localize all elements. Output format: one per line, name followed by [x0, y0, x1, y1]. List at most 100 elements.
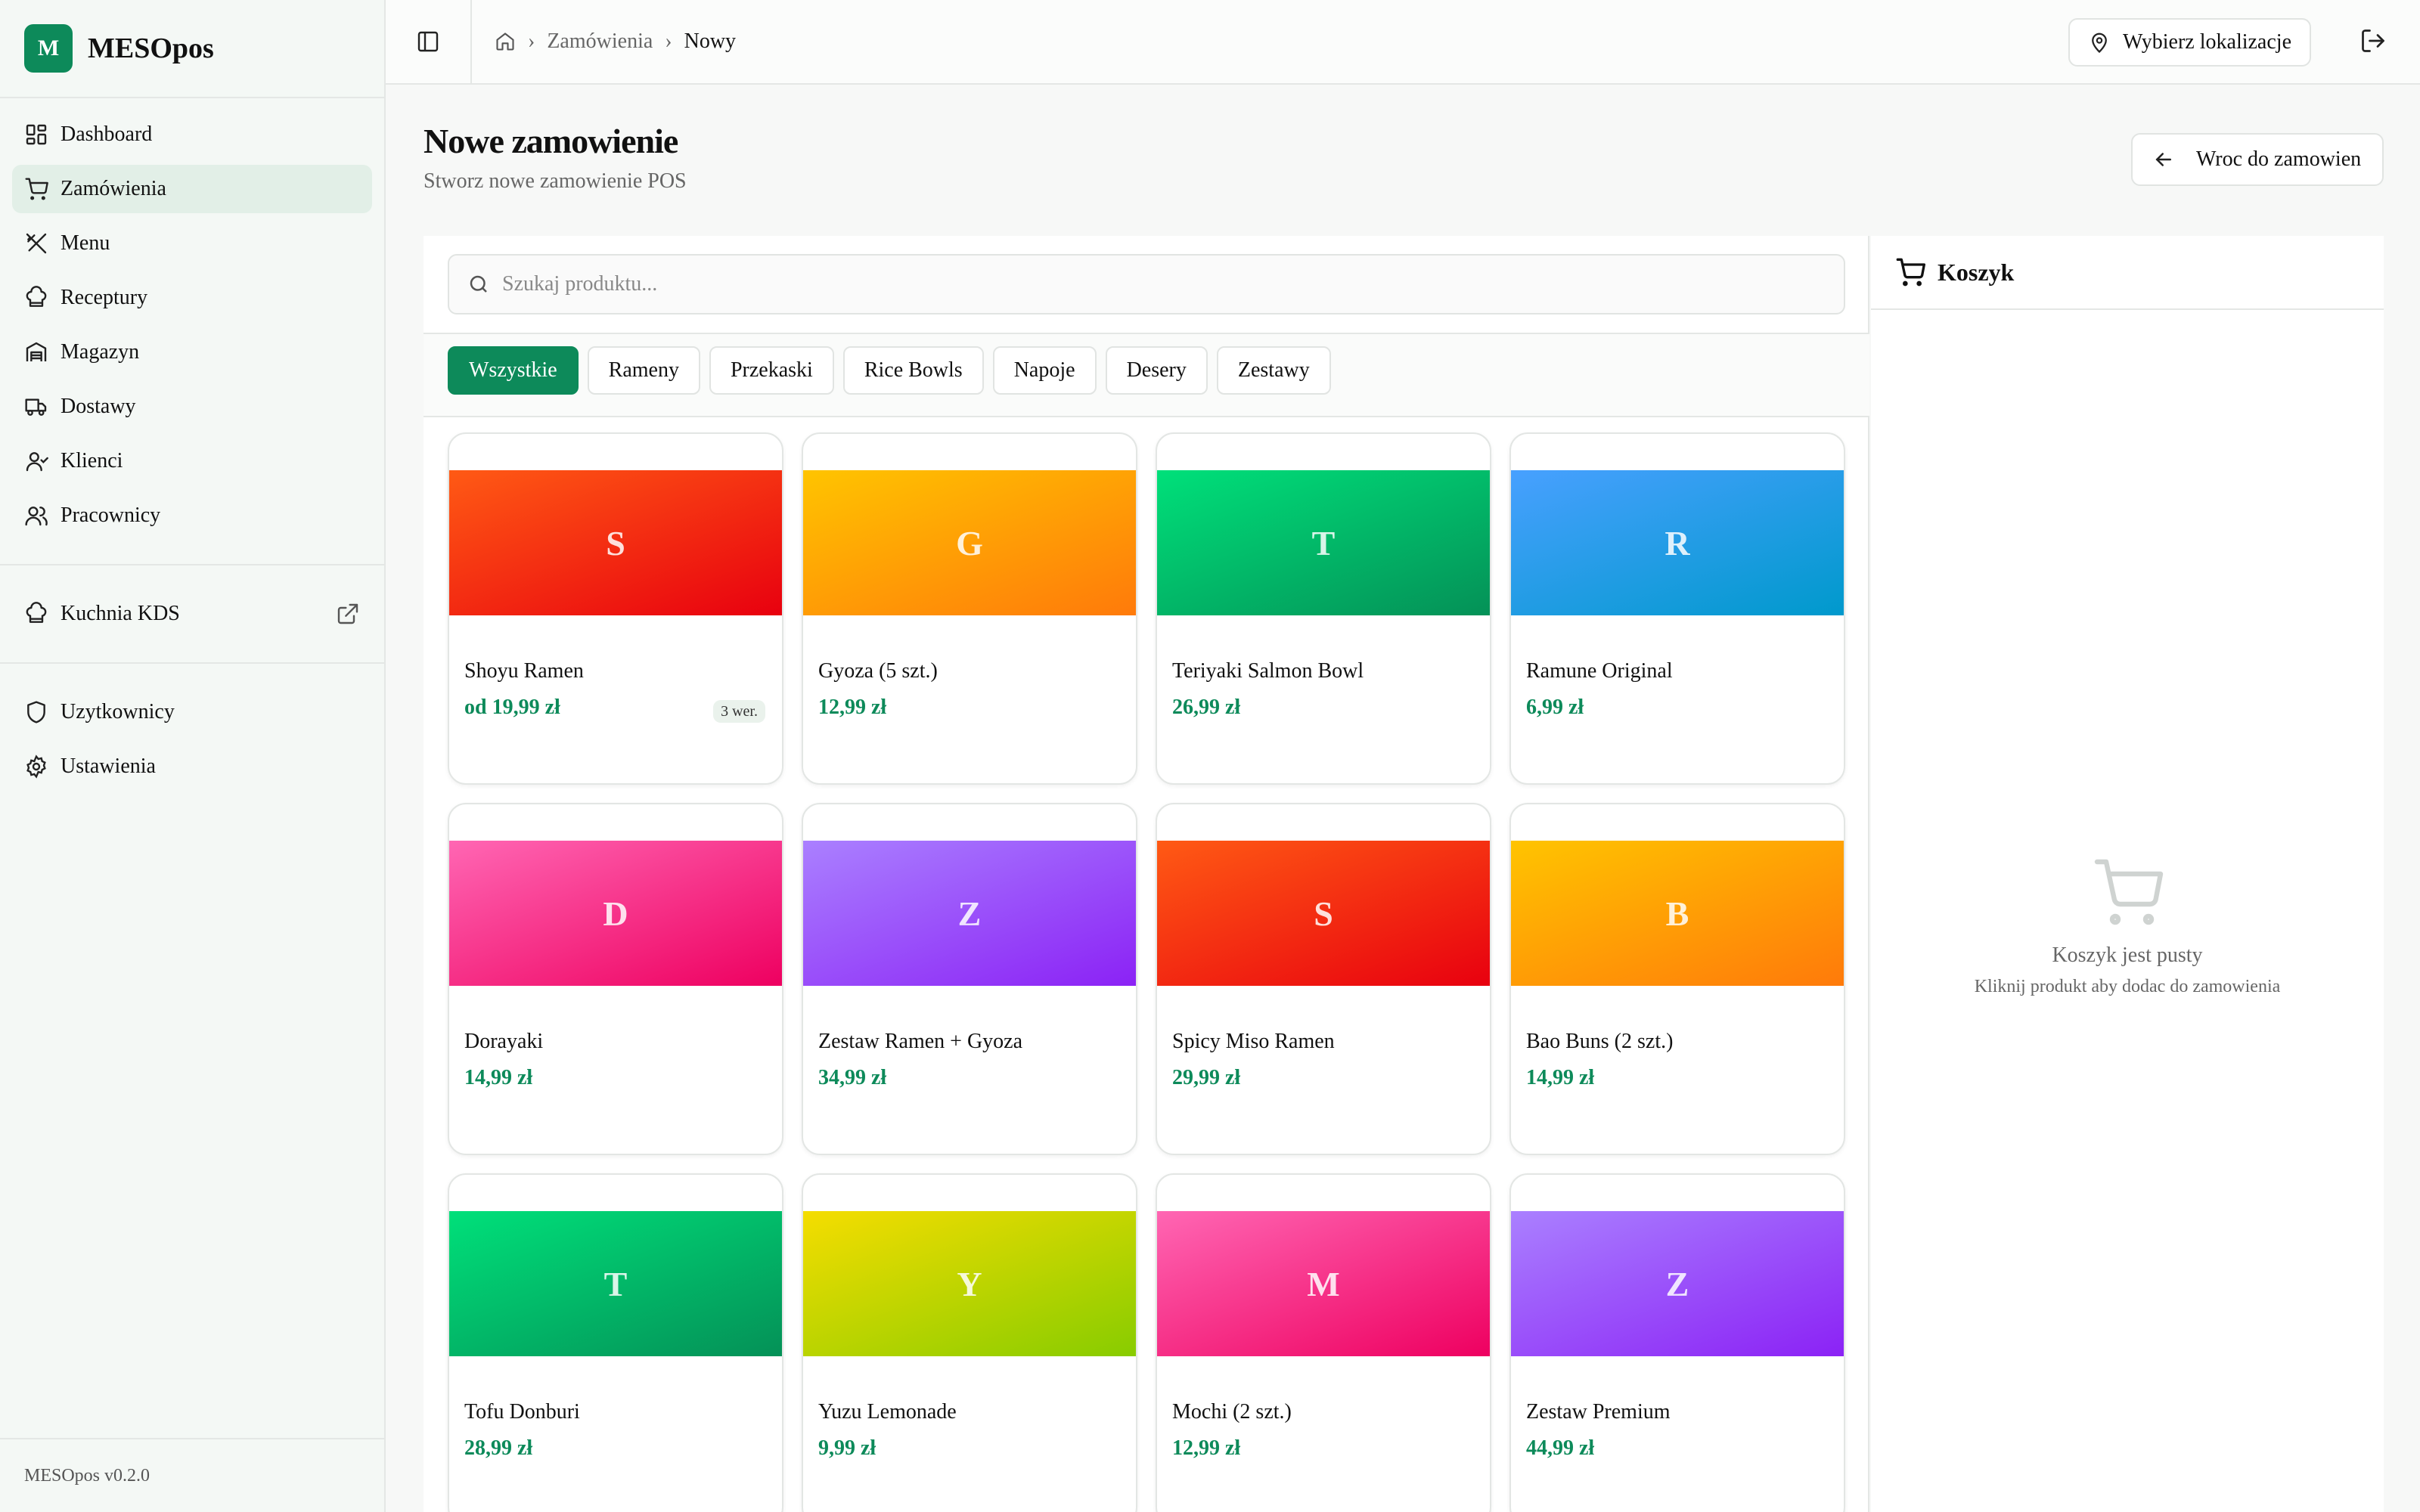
product-card[interactable]: Y Yuzu Lemonade 9,99 zł	[802, 1173, 1137, 1512]
product-price: 9,99 zł	[818, 1436, 876, 1460]
cart-empty-state: Koszyk jest pusty Kliknij produkt aby do…	[1871, 856, 2384, 997]
breadcrumb-link-zamowienia[interactable]: Zamówienia	[547, 29, 653, 54]
breadcrumb: › Zamówienia › Nowy	[495, 29, 736, 54]
product-card[interactable]: B Bao Buns (2 szt.) 14,99 zł	[1509, 803, 1845, 1155]
category-tab[interactable]: Napoje	[992, 346, 1097, 395]
product-card[interactable]: T Teriyaki Salmon Bowl 26,99 zł	[1156, 432, 1491, 785]
brand[interactable]: M MESOpos	[0, 0, 384, 98]
topbar: › Zamówienia › Nowy Wybierz lokalizacje	[386, 0, 2420, 85]
sidebar-item-pracownicy[interactable]: Pracownicy	[12, 491, 372, 540]
product-image: S	[1157, 841, 1490, 986]
brand-name: MESOpos	[88, 33, 214, 64]
product-image: B	[1511, 841, 1844, 986]
product-name: Bao Buns (2 szt.)	[1526, 1030, 1674, 1053]
location-button-label: Wybierz lokalizacje	[2123, 30, 2291, 54]
empty-cart-icon	[2094, 859, 2164, 925]
sidebar-item-label: Dostawy	[60, 395, 136, 418]
sidebar-item-dostawy[interactable]: Dostawy	[12, 383, 372, 431]
product-card[interactable]: T Tofu Donburi 28,99 zł	[448, 1173, 783, 1512]
product-image: Z	[1511, 1211, 1844, 1356]
sidebar-item-receptury[interactable]: Receptury	[12, 274, 372, 322]
chef-hat-icon	[26, 286, 47, 307]
product-card[interactable]: R Ramune Original 6,99 zł	[1509, 432, 1845, 785]
product-image: Y	[803, 1211, 1136, 1356]
product-name: Tofu Donburi	[464, 1400, 580, 1424]
sidebar-item-zamowienia[interactable]: Zamówienia	[12, 165, 372, 213]
cart-header: Koszyk	[1871, 236, 2384, 310]
sidebar-toggle-button[interactable]	[386, 0, 472, 84]
sidebar-item-label: Magazyn	[60, 340, 140, 364]
sidebar: M MESOpos Dashboard Zamówienia Menu Rece…	[0, 0, 386, 1512]
map-pin-icon	[2092, 33, 2107, 54]
product-price: 6,99 zł	[1526, 696, 1584, 719]
sidebar-item-label: Pracownicy	[60, 503, 161, 527]
category-tab[interactable]: Rameny	[587, 346, 700, 395]
category-tab[interactable]: Wszystkie	[448, 346, 579, 395]
sidebar-item-label: Dashboard	[60, 122, 153, 146]
sidebar-item-ustawienia[interactable]: Ustawienia	[12, 742, 372, 791]
product-card[interactable]: G Gyoza (5 szt.) 12,99 zł	[802, 432, 1137, 785]
page-subtitle: Stworz nowe zamowienie POS	[424, 169, 687, 193]
product-price: 26,99 zł	[1172, 696, 1241, 719]
users-icon	[25, 507, 48, 526]
sidebar-divider	[0, 564, 386, 565]
product-price: 28,99 zł	[464, 1436, 533, 1460]
warehouse-icon	[26, 342, 47, 361]
product-price: 34,99 zł	[818, 1066, 887, 1089]
sidebar-item-dashboard[interactable]: Dashboard	[12, 110, 372, 159]
sidebar-item-label: Zamówienia	[60, 177, 166, 200]
panel-left-icon	[417, 31, 439, 52]
category-tab[interactable]: Przekaski	[709, 346, 834, 395]
sidebar-item-klienci[interactable]: Klienci	[12, 437, 372, 485]
chef-hat-icon	[26, 602, 47, 623]
back-to-orders-button[interactable]: Wroc do zamowien	[2131, 133, 2384, 186]
external-link-icon	[337, 603, 358, 624]
home-icon[interactable]	[495, 31, 516, 52]
category-tab[interactable]: Zestawy	[1216, 346, 1331, 395]
sidebar-item-kuchnia-kds[interactable]: Kuchnia KDS	[12, 590, 372, 638]
cart-empty-subtitle: Kliknij produkt aby dodac do zamowienia	[1974, 977, 2281, 996]
product-name: Dorayaki	[464, 1030, 544, 1053]
sidebar-item-label: Kuchnia KDS	[60, 602, 180, 625]
product-card[interactable]: S Shoyu Ramen od 19,99 zł 3 wer.	[448, 432, 783, 785]
product-name: Mochi (2 szt.)	[1172, 1400, 1292, 1424]
product-name: Zestaw Ramen + Gyoza	[818, 1030, 1023, 1053]
utensils-icon	[26, 233, 47, 254]
product-card[interactable]: S Spicy Miso Ramen 29,99 zł	[1156, 803, 1491, 1155]
sidebar-item-menu[interactable]: Menu	[12, 219, 372, 268]
search-input[interactable]	[502, 272, 1844, 296]
product-name: Teriyaki Salmon Bowl	[1172, 659, 1364, 683]
cart-empty-title: Koszyk jest pusty	[2052, 943, 2203, 967]
variants-badge: 3 wer.	[713, 700, 765, 723]
product-card[interactable]: Z Zestaw Ramen + Gyoza 34,99 zł	[802, 803, 1137, 1155]
product-price: 14,99 zł	[464, 1066, 533, 1089]
sidebar-item-magazyn[interactable]: Magazyn	[12, 328, 372, 376]
product-image: R	[1511, 470, 1844, 615]
product-image: S	[449, 470, 782, 615]
product-price: 29,99 zł	[1172, 1066, 1241, 1089]
product-name: Spicy Miso Ramen	[1172, 1030, 1335, 1053]
product-image: T	[449, 1211, 782, 1356]
category-tab[interactable]: Rice Bowls	[842, 346, 984, 395]
sidebar-item-uzytkownicy[interactable]: Uzytkownicy	[12, 688, 372, 736]
product-price: 14,99 zł	[1526, 1066, 1595, 1089]
shield-icon	[27, 701, 45, 723]
dashboard-icon	[26, 124, 47, 145]
app-version: MESOpos v0.2.0	[0, 1438, 384, 1512]
category-tab[interactable]: Desery	[1105, 346, 1208, 395]
back-button-label: Wroc do zamowien	[2196, 147, 2362, 171]
logout-icon[interactable]	[2360, 27, 2387, 54]
product-image: Z	[803, 841, 1136, 986]
product-price: 12,99 zł	[1172, 1436, 1241, 1460]
sidebar-nav: Dashboard Zamówienia Menu Receptury Maga…	[0, 98, 386, 791]
product-price: 44,99 zł	[1526, 1436, 1595, 1460]
arrow-left-icon	[2155, 153, 2171, 166]
product-price: od 19,99 zł	[464, 696, 560, 719]
location-select-button[interactable]: Wybierz lokalizacje	[2068, 18, 2311, 67]
product-card[interactable]: M Mochi (2 szt.) 12,99 zł	[1156, 1173, 1491, 1512]
product-card[interactable]: D Dorayaki 14,99 zł	[448, 803, 783, 1155]
search-icon	[470, 275, 487, 293]
product-name: Ramune Original	[1526, 659, 1673, 683]
product-card[interactable]: Z Zestaw Premium 44,99 zł	[1509, 1173, 1845, 1512]
category-tabs: Wszystkie Rameny Przekaski Rice Bowls Napoje…	[448, 346, 1340, 395]
